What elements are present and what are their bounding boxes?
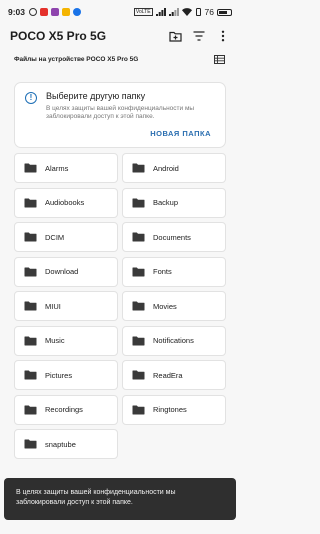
status-bar: 9:03 VoLTE 76 <box>0 0 240 24</box>
folder-name: Download <box>45 267 79 276</box>
folder-name: Ringtones <box>153 405 187 414</box>
folder-icon <box>24 301 37 311</box>
app-bar: POCO X5 Pro 5G <box>0 24 240 48</box>
folder-icon <box>24 267 37 276</box>
snackbar: В целях защиты вашей конфиденциальности … <box>4 478 236 520</box>
folder-icon <box>132 336 145 345</box>
folder-icon <box>132 163 145 173</box>
folder-icon <box>132 267 145 276</box>
page-title: POCO X5 Pro 5G <box>10 29 107 43</box>
folder-icon <box>132 370 145 380</box>
folder-icon <box>24 439 37 449</box>
folder-item[interactable]: ReadEra <box>122 360 226 390</box>
status-time: 9:03 <box>8 7 26 17</box>
wifi-icon <box>181 8 192 16</box>
folder-name: Pictures <box>45 370 73 380</box>
battery-icon <box>217 8 232 16</box>
app-notification-icon-3 <box>62 8 71 16</box>
folder-item[interactable]: Fonts <box>122 256 226 287</box>
folder-icon <box>24 232 37 242</box>
folder-icon <box>132 232 145 242</box>
folder-icon <box>24 336 37 345</box>
folder-icon <box>24 370 37 380</box>
snackbar-text: В целях защиты вашей конфиденциальности … <box>16 489 176 506</box>
folder-item[interactable]: snaptube <box>14 429 118 459</box>
folder-item[interactable]: Audiobooks <box>14 187 118 218</box>
folder-name: Fonts <box>153 267 172 276</box>
folder-item[interactable]: Download <box>14 256 118 287</box>
info-card-title: Выберите другую папку <box>46 91 146 101</box>
folder-item[interactable]: Android <box>122 153 226 183</box>
location-subtitle: Файлы на устройстве POCO X5 Pro 5G <box>14 55 139 63</box>
folder-name: ReadEra <box>153 370 183 380</box>
folder-icon <box>24 198 37 207</box>
alarm-icon <box>29 8 38 16</box>
system-icons: VoLTE 76 <box>133 7 232 17</box>
location-row: Файлы на устройстве POCO X5 Pro 5G <box>0 50 240 68</box>
folder-item[interactable]: Recordings <box>14 394 118 425</box>
folder-item[interactable]: DCIM <box>14 222 118 252</box>
info-card-text: В целях защиты вашей конфиденциальности … <box>46 105 195 120</box>
signal-icon-2 <box>168 8 179 16</box>
app-notification-icon-1 <box>40 8 49 16</box>
sort-icon[interactable] <box>192 29 206 43</box>
vibrate-icon <box>195 8 201 16</box>
folder-icon <box>24 405 37 414</box>
notification-icons <box>29 8 82 16</box>
folder-icon <box>132 405 145 414</box>
folder-item[interactable]: Ringtones <box>122 394 226 425</box>
folder-item[interactable]: Backup <box>122 187 226 218</box>
folder-name: DCIM <box>45 232 65 242</box>
app-notification-icon-4 <box>73 8 82 16</box>
folder-name: snaptube <box>45 439 76 449</box>
folder-name: Alarms <box>45 163 69 173</box>
folder-name: Movies <box>153 301 177 311</box>
new-folder-button[interactable]: НОВАЯ ПАПКА <box>150 129 211 138</box>
folder-item[interactable]: Pictures <box>14 360 118 390</box>
folder-name: Documents <box>153 232 191 242</box>
folder-item[interactable]: MIUI <box>14 291 118 321</box>
volte-badge: VoLTE <box>133 8 153 16</box>
list-view-icon[interactable] <box>212 52 226 66</box>
folder-item[interactable]: Alarms <box>14 153 118 183</box>
folder-item[interactable]: Music <box>14 325 118 356</box>
signal-icon <box>155 8 166 16</box>
folder-icon <box>132 301 145 311</box>
create-folder-icon[interactable] <box>168 29 182 43</box>
battery-fill <box>219 10 228 14</box>
more-options-icon[interactable] <box>216 29 230 43</box>
folder-item[interactable]: Documents <box>122 222 226 252</box>
battery-percent: 76 <box>204 7 214 17</box>
folder-name: Backup <box>153 198 179 207</box>
folder-name: Recordings <box>45 405 83 414</box>
app-notification-icon-2 <box>51 8 60 16</box>
folder-icon <box>132 198 145 207</box>
folder-name: Audiobooks <box>45 198 85 207</box>
info-card: ! Выберите другую папку В целях защиты в… <box>14 82 226 148</box>
folder-icon <box>24 163 37 173</box>
folder-name: Music <box>45 336 65 345</box>
folder-item[interactable]: Movies <box>122 291 226 321</box>
folder-item[interactable]: Notifications <box>122 325 226 356</box>
info-icon: ! <box>25 92 37 104</box>
folder-name: Notifications <box>153 336 194 345</box>
folder-name: MIUI <box>45 301 61 311</box>
folder-name: Android <box>153 163 179 173</box>
